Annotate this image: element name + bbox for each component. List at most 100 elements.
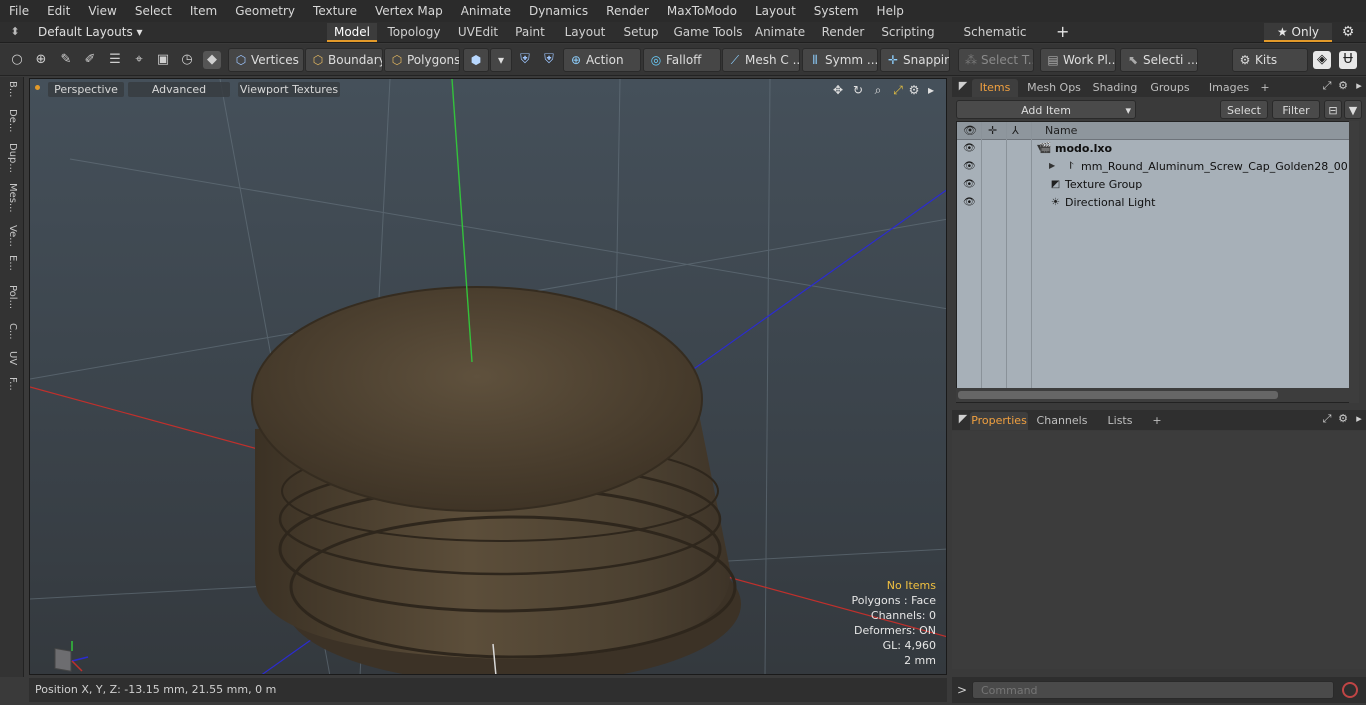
- menu-edit[interactable]: Edit: [38, 0, 79, 22]
- tree-row[interactable]: 👁 ▶ ⨡ mm_Round_Aluminum_Screw_Cap_Golden28_…: [957, 158, 1349, 176]
- menu-dynamics[interactable]: Dynamics: [520, 0, 597, 22]
- tab-groups[interactable]: Groups: [1146, 79, 1194, 97]
- tab-paint[interactable]: Paint: [508, 23, 552, 42]
- item-list[interactable]: 👁 ✛ ⅄ Name 👁 ▼ 🎬 modo.lxo 👁 ▶ ⨡ mm_Round_Alumin…: [956, 121, 1350, 403]
- layout-dropdown[interactable]: Default Layouts ▾: [38, 25, 143, 39]
- visibility-eye-icon[interactable]: 👁: [963, 143, 976, 155]
- select-circle-icon[interactable]: ○: [8, 51, 26, 69]
- menu-geometry[interactable]: Geometry: [226, 0, 304, 22]
- funnel-icon[interactable]: ▼: [1344, 100, 1362, 119]
- menu-animate[interactable]: Animate: [452, 0, 520, 22]
- collapse-icon[interactable]: ⊟: [1324, 100, 1342, 119]
- add-panel-tab-icon[interactable]: +: [1150, 412, 1164, 430]
- tab-animate[interactable]: Animate: [750, 23, 810, 42]
- symmetry-shield-icon[interactable]: ⛨: [516, 51, 534, 69]
- unreal-icon[interactable]: Ʉ: [1339, 51, 1357, 69]
- tab-render[interactable]: Render: [817, 23, 869, 42]
- viewport-textures-tab[interactable]: Viewport Textures: [238, 82, 340, 97]
- item-list-hscrollbar[interactable]: [956, 388, 1350, 402]
- left-tab-7[interactable]: C...: [2, 323, 22, 340]
- viewport-dot-icon[interactable]: [35, 85, 40, 90]
- mode-dropdown-button[interactable]: ▾: [490, 48, 512, 72]
- polygons-button[interactable]: ⬡ Polygons: [384, 48, 460, 72]
- expand-icon[interactable]: ⤢: [1320, 412, 1334, 426]
- maximize-icon[interactable]: ⤢: [890, 82, 906, 98]
- add-tab-icon[interactable]: +: [1056, 22, 1069, 41]
- left-tab-1[interactable]: De...: [2, 109, 22, 132]
- tab-game-tools[interactable]: Game Tools: [670, 23, 746, 42]
- hscroll-thumb[interactable]: [958, 391, 1278, 399]
- panel-arrow-icon[interactable]: ▸: [1352, 79, 1366, 93]
- visibility-eye-icon[interactable]: 👁: [963, 197, 976, 209]
- tab-items[interactable]: Items: [972, 79, 1018, 97]
- perspective-tab[interactable]: Perspective: [48, 82, 124, 97]
- symmetry-button[interactable]: ⫴ Symm ...: [802, 48, 878, 72]
- channel-icon[interactable]: ⅄: [1012, 124, 1019, 137]
- tab-lists[interactable]: Lists: [1098, 412, 1142, 430]
- tab-layout[interactable]: Layout: [557, 23, 613, 42]
- brush-icon[interactable]: ✐: [81, 51, 99, 69]
- boundary-button[interactable]: ⬡ Boundary: [305, 48, 383, 72]
- visibility-eye-icon[interactable]: 👁: [963, 124, 977, 137]
- tab-scripting[interactable]: Scripting: [876, 23, 940, 42]
- falloff-button[interactable]: ◎ Falloff: [643, 48, 721, 72]
- menu-system[interactable]: System: [805, 0, 868, 22]
- menu-file[interactable]: File: [0, 0, 38, 22]
- menu-view[interactable]: View: [79, 0, 125, 22]
- align-icon[interactable]: ☰: [106, 51, 124, 69]
- layout-arrow-icon[interactable]: ⬍: [8, 25, 22, 39]
- mesh-constraints-button[interactable]: ⟋ Mesh C ...: [722, 48, 800, 72]
- snapping-button[interactable]: ✛ Snapping: [880, 48, 950, 72]
- pen-icon[interactable]: ✎: [57, 51, 75, 69]
- menu-help[interactable]: Help: [868, 0, 913, 22]
- tree-row[interactable]: 👁 ▼ 🎬 modo.lxo: [957, 140, 1349, 158]
- panel-gear-icon[interactable]: ⚙: [1336, 79, 1350, 93]
- tab-model[interactable]: Model: [327, 23, 377, 42]
- rotate-icon[interactable]: ↻: [850, 82, 866, 98]
- tab-topology[interactable]: Topology: [382, 23, 446, 42]
- menu-vertex-map[interactable]: Vertex Map: [366, 0, 452, 22]
- expand-right-icon[interactable]: ▶: [1049, 161, 1055, 170]
- viewport-gear-icon[interactable]: ⚙: [906, 82, 922, 98]
- center-icon[interactable]: ⌖: [130, 51, 148, 69]
- pan-icon[interactable]: ✥: [830, 82, 846, 98]
- tab-uvedit[interactable]: UVEdit: [452, 23, 504, 42]
- lock-icon[interactable]: ✛: [988, 124, 997, 137]
- command-input[interactable]: [972, 681, 1334, 699]
- name-column-header[interactable]: Name: [1045, 124, 1077, 137]
- tab-setup[interactable]: Setup: [619, 23, 663, 42]
- left-tab-8[interactable]: UV: [2, 351, 22, 365]
- frame-icon[interactable]: ▣: [154, 51, 172, 69]
- gear-icon[interactable]: ⚙: [1340, 24, 1356, 40]
- left-tab-9[interactable]: F...: [2, 377, 22, 391]
- add-panel-tab-icon[interactable]: +: [1258, 79, 1272, 97]
- tab-properties[interactable]: Properties: [970, 412, 1028, 430]
- timer-icon[interactable]: ◷: [178, 51, 196, 69]
- menu-layout[interactable]: Layout: [746, 0, 805, 22]
- visibility-eye-icon[interactable]: 👁: [963, 179, 976, 191]
- panel-gear-icon[interactable]: ⚙: [1336, 412, 1350, 426]
- panel-menu-icon[interactable]: ◤: [956, 412, 970, 426]
- panel-menu-icon[interactable]: ◤: [956, 79, 970, 93]
- add-item-button[interactable]: Add Item ▾: [956, 100, 1136, 119]
- menu-maxtomodo[interactable]: MaxToModo: [658, 0, 746, 22]
- item-list-vscrollbar[interactable]: [1349, 121, 1359, 403]
- shield-icon[interactable]: ⛨: [540, 51, 558, 69]
- left-tab-2[interactable]: Dup...: [2, 143, 22, 173]
- select-through-button[interactable]: ⁂ Select T...: [958, 48, 1034, 72]
- select-button[interactable]: Select: [1220, 100, 1268, 119]
- unity-icon[interactable]: ◈: [1313, 51, 1331, 69]
- visibility-eye-icon[interactable]: 👁: [963, 161, 976, 173]
- viewport-menu-icon[interactable]: ▸: [923, 82, 939, 98]
- tab-mesh-ops[interactable]: Mesh Ops: [1024, 79, 1084, 97]
- material-mode-button[interactable]: ⬢: [463, 48, 489, 72]
- expand-icon[interactable]: ⤢: [1320, 79, 1334, 93]
- tab-images[interactable]: Images: [1200, 79, 1258, 97]
- left-tab-0[interactable]: B...: [2, 81, 22, 97]
- only-button[interactable]: ★ Only: [1264, 23, 1332, 42]
- work-plane-button[interactable]: ▤ Work Pl...: [1040, 48, 1116, 72]
- globe-icon[interactable]: ⊕: [32, 51, 50, 69]
- viewport-3d[interactable]: Perspective Advanced Viewport Textures ✥…: [29, 78, 947, 675]
- advanced-tab[interactable]: Advanced: [128, 82, 230, 97]
- left-tab-3[interactable]: Mes...: [2, 183, 22, 213]
